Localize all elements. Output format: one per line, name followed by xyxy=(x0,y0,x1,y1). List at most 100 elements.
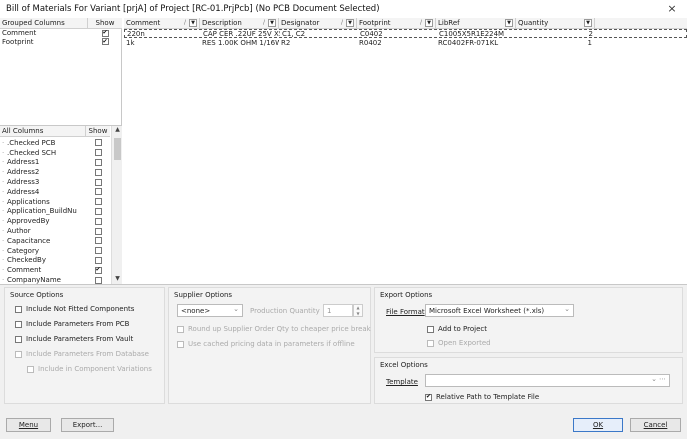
bom-column-label: LibRef xyxy=(438,19,460,27)
table-cell: C0402 xyxy=(360,30,383,37)
all-column-label: Address1 xyxy=(7,158,40,167)
sort-icon[interactable]: / xyxy=(184,19,186,26)
source-option[interactable]: Include in Component Variations xyxy=(27,365,152,373)
show-checkbox[interactable] xyxy=(94,207,102,215)
show-checkbox[interactable]: ✔ xyxy=(94,266,102,274)
sort-icon[interactable]: / xyxy=(341,19,343,26)
all-column-row[interactable]: · Address3 xyxy=(0,177,110,187)
bom-column-header[interactable]: Designator / ▼ xyxy=(279,18,357,28)
all-column-row[interactable]: · Application_BuildNu xyxy=(0,207,110,217)
all-column-label: CheckedBy xyxy=(7,256,46,265)
show-checkbox[interactable]: ✔ xyxy=(101,29,109,37)
add-to-project-checkbox[interactable] xyxy=(427,325,434,333)
grouped-column-name: Comment xyxy=(2,29,37,38)
add-to-project-option[interactable]: Add to Project xyxy=(427,325,487,333)
source-option-checkbox[interactable] xyxy=(15,320,22,328)
cancel-button[interactable]: Cancel xyxy=(630,418,681,432)
all-column-row[interactable]: · Author xyxy=(0,226,110,236)
show-checkbox[interactable] xyxy=(94,276,102,284)
sort-icon[interactable]: / xyxy=(420,19,422,26)
bom-grid: Comment / ▼ Description / ▼ Designator / ▼ Footpr… xyxy=(124,18,687,284)
show-checkbox[interactable] xyxy=(94,198,102,206)
production-quantity-input[interactable]: 1 xyxy=(323,304,353,317)
all-column-row[interactable]: · Address4 xyxy=(0,187,110,197)
filter-dropdown-icon[interactable]: ▼ xyxy=(189,19,197,27)
all-column-row[interactable]: · Category xyxy=(0,246,110,256)
file-format-select[interactable]: Microsoft Excel Worksheet (*.xls) ⌄ xyxy=(425,304,574,317)
all-column-label: Application_BuildNu xyxy=(7,207,77,216)
all-column-row[interactable]: · .Checked PCB xyxy=(0,138,110,148)
bom-column-header[interactable]: Comment / ▼ xyxy=(124,18,200,28)
scroll-up-icon[interactable]: ▲ xyxy=(112,126,123,136)
export-options-group: Export Options File Format Microsoft Exc… xyxy=(374,287,683,353)
open-exported-label: Open Exported xyxy=(438,339,491,347)
show-checkbox[interactable] xyxy=(94,227,102,235)
sort-icon[interactable]: / xyxy=(263,19,265,26)
cached-pricing-option[interactable]: Use cached pricing data in parameters if… xyxy=(177,340,355,348)
browse-ellipsis-icon[interactable]: ⋯ xyxy=(659,375,666,383)
all-column-row[interactable]: · Applications xyxy=(0,197,110,207)
all-column-row[interactable]: · Address1 xyxy=(0,158,110,168)
ok-button[interactable]: OK xyxy=(573,418,623,432)
show-checkbox[interactable] xyxy=(94,247,102,255)
all-column-row[interactable]: · .Checked SCH xyxy=(0,148,110,158)
table-row[interactable]: 220n CAP CER .22UF 25V X5R C1, C2 C0402 C100… xyxy=(124,29,687,38)
bom-column-header[interactable]: Quantity ▼ xyxy=(516,18,595,28)
cached-pricing-checkbox[interactable] xyxy=(177,340,184,348)
show-checkbox[interactable] xyxy=(94,139,102,147)
bom-column-header[interactable]: LibRef ▼ xyxy=(436,18,516,28)
all-column-row[interactable]: · Address2 xyxy=(0,167,110,177)
relative-path-option[interactable]: ✔ Relative Path to Template File xyxy=(425,393,539,401)
supplier-select[interactable]: <none> ⌄ xyxy=(177,304,243,317)
quantity-stepper[interactable]: ▲ ▼ xyxy=(353,304,363,317)
all-column-row[interactable]: · Capacitance xyxy=(0,236,110,246)
template-select[interactable]: ⌄ ⋯ xyxy=(425,374,670,387)
scroll-thumb[interactable] xyxy=(114,138,121,160)
show-checkbox[interactable] xyxy=(94,217,102,225)
source-option[interactable]: Include Parameters From Database xyxy=(15,350,149,358)
filter-dropdown-icon[interactable]: ▼ xyxy=(584,19,592,27)
filter-dropdown-icon[interactable]: ▼ xyxy=(268,19,276,27)
file-format-label: File Format xyxy=(386,308,425,316)
relative-path-label: Relative Path to Template File xyxy=(436,393,540,401)
round-up-checkbox[interactable] xyxy=(177,325,184,333)
all-column-name: · CheckedBy xyxy=(0,256,86,264)
close-icon[interactable]: × xyxy=(665,2,679,15)
source-option-checkbox[interactable] xyxy=(15,350,22,358)
show-checkbox[interactable] xyxy=(94,256,102,264)
table-row[interactable]: 1k RES 1.00K OHM 1/16W R2 R0402 RC0402FR-071… xyxy=(124,38,687,47)
all-column-row[interactable]: · Comment ✔ xyxy=(0,265,110,275)
source-option[interactable]: Include Parameters From Vault xyxy=(15,335,133,343)
columns-pane: Grouped Columns Show Comment ✔ Footprint ✔ … xyxy=(0,18,122,285)
grouped-column-row[interactable]: Footprint ✔ xyxy=(0,37,122,46)
show-checkbox[interactable] xyxy=(94,168,102,176)
all-column-row[interactable]: · ApprovedBy xyxy=(0,216,110,226)
show-checkbox[interactable] xyxy=(94,237,102,245)
show-checkbox[interactable] xyxy=(94,178,102,186)
filter-dropdown-icon[interactable]: ▼ xyxy=(505,19,513,27)
bom-column-header[interactable]: Footprint / ▼ xyxy=(357,18,436,28)
file-format-label-text: File Format xyxy=(386,308,425,316)
round-up-option[interactable]: Round up Supplier Order Qty to cheaper p… xyxy=(177,325,371,333)
filter-dropdown-icon[interactable]: ▼ xyxy=(425,19,433,27)
show-checkbox[interactable] xyxy=(94,158,102,166)
source-option[interactable]: Include Parameters From PCB xyxy=(15,320,129,328)
all-column-row[interactable]: · CheckedBy xyxy=(0,256,110,266)
show-checkbox[interactable] xyxy=(94,188,102,196)
relative-path-checkbox[interactable]: ✔ xyxy=(425,393,432,401)
source-option[interactable]: Include Not Fitted Components xyxy=(15,305,134,313)
grouped-column-row[interactable]: Comment ✔ xyxy=(0,29,122,37)
filter-dropdown-icon[interactable]: ▼ xyxy=(346,19,354,27)
show-checkbox[interactable]: ✔ xyxy=(101,38,109,46)
open-exported-checkbox[interactable] xyxy=(427,339,434,347)
export-button[interactable]: Export... xyxy=(61,418,114,432)
source-option-checkbox[interactable] xyxy=(15,335,22,343)
source-option-checkbox[interactable] xyxy=(15,305,22,313)
menu-button[interactable]: Menu xyxy=(6,418,51,432)
open-exported-option[interactable]: Open Exported xyxy=(427,339,491,347)
source-option-checkbox[interactable] xyxy=(27,365,34,373)
show-checkbox[interactable] xyxy=(94,149,102,157)
all-columns-scrollbar[interactable]: ▲ ▼ xyxy=(111,126,122,285)
bom-column-header[interactable]: Description / ▼ xyxy=(200,18,279,28)
all-columns-title: All Columns xyxy=(0,126,86,136)
